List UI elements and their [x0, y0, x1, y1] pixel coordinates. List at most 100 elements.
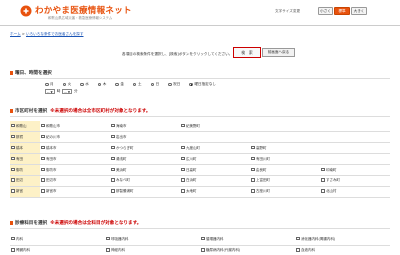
city-checkbox-cell[interactable]: 新宮市	[40, 186, 110, 198]
area-checkbox-cell[interactable]: 橋本	[10, 142, 40, 155]
city-checkbox-cell[interactable]: 那智勝浦町	[110, 186, 180, 198]
department-checkbox-cell[interactable]: 呼吸器内科	[105, 234, 200, 246]
radio-button[interactable]	[150, 82, 155, 87]
radio-button[interactable]	[45, 82, 49, 87]
checkbox[interactable]	[251, 178, 255, 182]
checkbox[interactable]	[111, 134, 115, 139]
city-checkbox-cell[interactable]: 海南市	[110, 121, 180, 133]
day-option-wed[interactable]: 水	[80, 82, 89, 87]
radio-button[interactable]	[168, 82, 172, 87]
checkbox[interactable]	[41, 145, 45, 150]
checkbox[interactable]	[201, 236, 205, 241]
department-checkbox-cell[interactable]: 血液内科	[295, 245, 390, 255]
back-button[interactable]: 前画面へ戻る	[262, 48, 295, 57]
radio-button[interactable]	[115, 82, 119, 87]
city-checkbox-cell[interactable]: 有田川町	[250, 153, 320, 166]
checkbox[interactable]	[41, 134, 45, 139]
checkbox[interactable]	[111, 156, 115, 161]
day-option-thu[interactable]: 木	[97, 82, 106, 87]
search-button[interactable]: 検 索	[233, 47, 261, 58]
city-checkbox-cell[interactable]: 有田市	[40, 153, 110, 166]
city-checkbox-cell[interactable]: 紀美野町	[180, 121, 250, 133]
checkbox[interactable]	[11, 167, 15, 171]
checkbox[interactable]	[251, 145, 255, 150]
city-checkbox-cell[interactable]: 美浜町	[110, 164, 180, 176]
city-checkbox-cell[interactable]: 広川町	[180, 153, 250, 166]
day-option-holiday[interactable]: 祝日	[168, 82, 180, 87]
checkbox[interactable]	[111, 145, 115, 150]
checkbox[interactable]	[321, 178, 325, 182]
city-checkbox-cell[interactable]: みなべ町	[110, 175, 180, 187]
radio-button[interactable]	[97, 82, 102, 87]
checkbox[interactable]	[111, 178, 115, 182]
day-option-sun[interactable]: 日	[150, 82, 159, 87]
day-option-tue[interactable]: 火	[62, 82, 71, 87]
checkbox[interactable]	[321, 189, 325, 193]
city-checkbox-cell[interactable]: 九度山町	[180, 142, 250, 155]
checkbox[interactable]	[11, 156, 15, 161]
city-checkbox-cell[interactable]: 古座川町	[250, 186, 320, 198]
checkbox[interactable]	[11, 248, 15, 252]
city-checkbox-cell[interactable]: 白浜町	[180, 175, 250, 187]
city-checkbox-cell[interactable]: 田辺市	[40, 175, 110, 187]
checkbox[interactable]	[11, 123, 15, 128]
city-checkbox-cell[interactable]: 御坊市	[40, 164, 110, 176]
breadcrumb-home-link[interactable]: ホーム	[10, 32, 21, 36]
city-checkbox-cell[interactable]: 印南町	[320, 164, 390, 176]
checkbox[interactable]	[11, 178, 15, 182]
checkbox[interactable]	[41, 189, 45, 193]
radio-button[interactable]	[62, 82, 67, 87]
area-checkbox-cell[interactable]: 有田	[10, 153, 40, 166]
area-checkbox-cell[interactable]: 田辺	[10, 175, 40, 187]
city-checkbox-cell[interactable]: 高野町	[250, 142, 320, 155]
checkbox[interactable]	[181, 178, 185, 182]
department-checkbox-cell[interactable]: 内科	[10, 234, 105, 246]
checkbox[interactable]	[41, 123, 45, 128]
day-option-fri[interactable]: 金	[115, 82, 124, 87]
city-checkbox-cell[interactable]: 岩出市	[110, 131, 180, 144]
day-option-mon[interactable]: 月	[45, 82, 54, 87]
font-size-small-button[interactable]: 小さく	[318, 7, 333, 15]
checkbox[interactable]	[181, 145, 185, 150]
breadcrumb-current[interactable]: いろいろな条件でお医者さんを探す	[26, 32, 84, 36]
city-checkbox-cell[interactable]: 上富田町	[250, 175, 320, 187]
city-checkbox-cell[interactable]: 和歌山市	[40, 121, 110, 133]
checkbox[interactable]	[201, 248, 205, 252]
city-checkbox-cell[interactable]: 湯浅町	[110, 153, 180, 166]
checkbox[interactable]	[41, 178, 45, 182]
checkbox[interactable]	[181, 123, 185, 128]
checkbox[interactable]	[181, 167, 185, 171]
font-size-large-button[interactable]: 大きく	[351, 7, 367, 15]
department-checkbox-cell[interactable]: 腎臓内科	[10, 245, 105, 255]
city-checkbox-cell[interactable]: 日高町	[180, 164, 250, 176]
area-checkbox-cell[interactable]: 那賀	[10, 131, 40, 144]
day-option-none[interactable]: 曜日指定なし	[189, 82, 216, 87]
checkbox[interactable]	[11, 189, 15, 193]
radio-button[interactable]	[132, 82, 137, 87]
font-size-normal-button[interactable]: 標準	[334, 7, 350, 15]
area-checkbox-cell[interactable]: 新宮	[10, 186, 40, 198]
radio-button-selected[interactable]	[189, 82, 193, 87]
area-checkbox-cell[interactable]: 和歌山	[10, 121, 40, 133]
city-checkbox-cell[interactable]: かつらぎ町	[110, 142, 180, 155]
checkbox[interactable]	[251, 156, 255, 161]
department-checkbox-cell[interactable]: 糖尿病内科(代謝内科)	[200, 245, 295, 255]
city-checkbox-cell[interactable]: 由良町	[250, 164, 320, 176]
city-checkbox-cell[interactable]: 橋本市	[40, 142, 110, 155]
checkbox[interactable]	[251, 189, 255, 193]
checkbox[interactable]	[106, 236, 110, 241]
department-checkbox-cell[interactable]: 循環器内科	[200, 234, 295, 246]
city-checkbox-cell[interactable]: 太地町	[180, 186, 250, 198]
checkbox[interactable]	[321, 167, 325, 171]
hour-select[interactable]: -- ▼	[45, 89, 55, 94]
department-checkbox-cell[interactable]: 神経内科	[105, 245, 200, 255]
checkbox[interactable]	[111, 189, 115, 193]
day-option-sat[interactable]: 土	[132, 82, 142, 87]
minute-select[interactable]: -- ▼	[62, 89, 72, 94]
checkbox[interactable]	[11, 236, 15, 241]
department-checkbox-cell[interactable]: 消化器内科(胃腸内科)	[295, 234, 390, 246]
checkbox[interactable]	[11, 134, 15, 139]
checkbox[interactable]	[181, 189, 185, 193]
checkbox[interactable]	[106, 248, 110, 252]
checkbox[interactable]	[111, 167, 115, 171]
